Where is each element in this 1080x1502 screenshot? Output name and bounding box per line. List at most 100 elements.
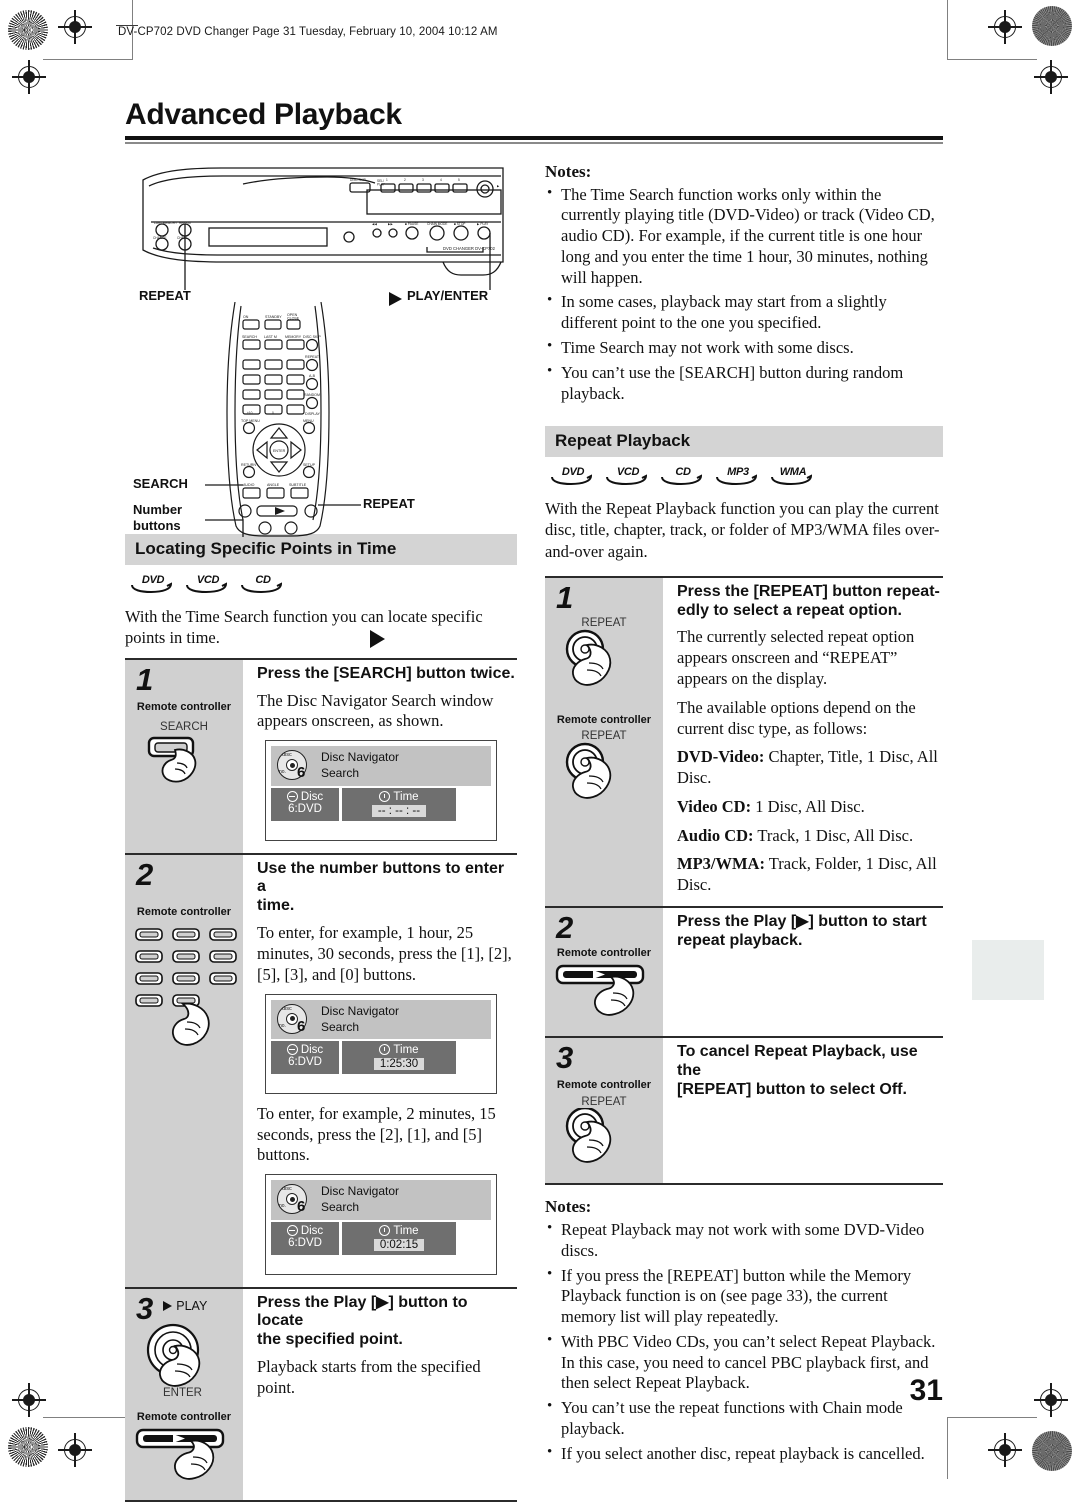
osd-time-field: Time 1:25:30 xyxy=(342,1040,456,1074)
disc-badge-vcd: VCD xyxy=(184,574,228,594)
osd-time-field: Time 0:02:15 xyxy=(342,1221,456,1255)
step-3-body: Playback starts from the specified point… xyxy=(257,1357,481,1397)
osd-header: disc no. 6 Disc Navigator Search xyxy=(271,1180,491,1220)
disc-badge-wma: WMA xyxy=(769,466,813,486)
callout-remote-repeat: REPEAT xyxy=(363,495,415,511)
section-intro-locating-points: With the Time Search function you can lo… xyxy=(125,606,483,647)
play-triangle-icon-remote xyxy=(370,629,385,648)
disc-small-icon xyxy=(286,1225,298,1237)
play-bar-button-press-icon xyxy=(555,964,645,1016)
disc-icon-top-label: disc xyxy=(282,1186,292,1193)
step-3-illustration-panel: 3 PLAY ENTER Remote controller xyxy=(125,1288,243,1500)
pointing-hand-icon xyxy=(171,1002,210,1046)
clock-icon xyxy=(379,791,391,803)
disc-number: 6 xyxy=(297,1198,306,1216)
repeat-option-video-cd: Video CD: 1 Disc, All Disc. xyxy=(677,797,943,818)
osd-search-window-3: disc no. 6 Disc Navigator Search Disc 6:… xyxy=(265,1174,497,1275)
step-1-button-caption: SEARCH xyxy=(160,720,208,733)
repeat-step-1-body-1: The currently selected repeat option app… xyxy=(677,627,915,688)
notes-top-heading: Notes: xyxy=(545,161,592,181)
disc-badge-cd: CD xyxy=(239,574,283,594)
repeat-step-1-heading-line1: Press the [REPEAT] button repeat- xyxy=(677,582,940,600)
repeat-option-value: Track, 1 Disc, All Disc. xyxy=(753,825,914,845)
section-heading-locating-points: Locating Specific Points in Time xyxy=(125,533,517,565)
disc-small-icon xyxy=(286,1044,298,1056)
osd-title-block: Disc Navigator Search xyxy=(321,1003,399,1035)
callout-front-repeat: REPEAT xyxy=(139,287,191,303)
number-key-4 xyxy=(135,949,163,963)
step-number: 3 xyxy=(556,1039,574,1075)
play-triangle-icon-step3 xyxy=(163,1300,173,1311)
osd-fields-row: Disc 6:DVD Time 0:02:15 xyxy=(271,1221,491,1255)
disc-icon-top-label: disc xyxy=(282,752,292,759)
number-key-7 xyxy=(135,971,163,985)
osd-subtitle: Search xyxy=(321,766,360,781)
osd-subtitle: Search xyxy=(321,1019,360,1034)
two-column-layout: DISC SKIP SEL/ PLAY 12 34 5 ▶ LAST MEMOR… xyxy=(125,162,943,1502)
repeat-step-3-remote-label: Remote controller xyxy=(556,1078,652,1091)
step-2-body-2: To enter, for example, 2 minutes, 15 sec… xyxy=(257,1103,496,1165)
clock-icon xyxy=(379,1044,391,1056)
number-pad-illustration xyxy=(135,927,243,1046)
step-3-play-caption: PLAY xyxy=(176,1298,208,1313)
registration-mark-top-left xyxy=(58,10,92,44)
step-row-3: 3 PLAY ENTER Remote controller Press the… xyxy=(125,1288,517,1502)
osd-fields-row: Disc 6:DVD Time 1:25:30 xyxy=(271,1040,491,1074)
osd-disc-label: Disc xyxy=(300,1043,324,1056)
page-title: Advanced Playback xyxy=(125,98,402,131)
disc-badge-label: DVD xyxy=(141,573,165,586)
repeat-step-2-remote-label: Remote controller xyxy=(556,946,652,959)
repeat-step-1-heading: Press the [REPEAT] button repeat- edly t… xyxy=(677,583,943,621)
step-2-illustration-panel: 2 Remote controller xyxy=(125,854,243,1287)
notes-top-list: The Time Search function works only with… xyxy=(545,184,943,405)
osd-title: Disc Navigator xyxy=(321,750,400,765)
disc-badge-dvd: DVD xyxy=(549,466,593,486)
repeat-step-2-illustration-panel: 2 Remote controller xyxy=(545,907,663,1036)
step-number: 2 xyxy=(556,909,574,945)
repeat-step-3-heading-line1: To cancel Repeat Playback, use the xyxy=(677,1042,918,1079)
registration-mark-top-left-lower xyxy=(12,60,46,94)
notes-bottom-list: Repeat Playback may not work with some D… xyxy=(545,1219,943,1465)
osd-search-window-1: disc no. 6 Disc Navigator Search Disc 6:… xyxy=(265,740,497,841)
repeat-button-press-icon-2 xyxy=(565,742,612,799)
disc-badge-label: VCD xyxy=(616,466,640,479)
osd-disc-value: 6:DVD xyxy=(288,1055,322,1068)
osd-subtitle: Search xyxy=(321,1200,360,1215)
disc-number: 6 xyxy=(297,764,306,782)
disc-navigator-disc-icon: disc no. 6 xyxy=(277,1184,307,1216)
step-number: 1 xyxy=(556,579,574,615)
osd-title-block: Disc Navigator Search xyxy=(321,1183,399,1215)
disc-icon-bottom-label: no. xyxy=(279,1203,286,1210)
disc-badge-label: CD xyxy=(675,466,691,479)
step-3-content: Press the Play [▶] button to locate the … xyxy=(243,1289,517,1500)
repeat-step-3-caption: REPEAT xyxy=(581,1095,627,1108)
repeat-step-1-body-2: The available options depend on the curr… xyxy=(677,697,916,738)
osd-search-window-2: disc no. 6 Disc Navigator Search Disc 6:… xyxy=(265,993,497,1094)
note-item: You can’t use the repeat functions with … xyxy=(545,1397,943,1440)
play-bar-button-press-icon xyxy=(135,1428,225,1480)
repeat-step-1-caption-top: REPEAT xyxy=(581,616,627,629)
disc-badge-dvd: DVD xyxy=(129,574,173,594)
right-column: Notes: The Time Search function works on… xyxy=(545,162,943,1502)
number-key-9 xyxy=(209,971,237,985)
osd-time-value: 0:02:15 xyxy=(373,1238,425,1251)
osd-time-field: Time -- : -- : -- xyxy=(342,787,456,821)
step-row-2: 2 Remote controller Use the number butto… xyxy=(125,854,517,1289)
callout-remote-search: SEARCH xyxy=(133,475,188,491)
repeat-option-type: DVD-Video: xyxy=(677,747,765,767)
registration-mark-bottom-right xyxy=(988,1433,1022,1467)
disc-badge-label: DVD xyxy=(561,466,585,479)
step-2-remote-label: Remote controller xyxy=(136,905,232,918)
step-2-heading-line1: Use the number buttons to enter a xyxy=(257,859,505,896)
repeat-option-mp3-wma: MP3/WMA: Track, Folder, 1 Disc, All Disc… xyxy=(677,854,943,896)
search-button-press-icon xyxy=(147,736,197,783)
number-key-8 xyxy=(172,971,200,985)
osd-fields-row: Disc 6:DVD Time -- : -- : -- xyxy=(271,787,491,821)
osd-disc-label: Disc xyxy=(300,790,324,803)
disc-navigator-disc-icon: disc no. 6 xyxy=(277,750,307,782)
osd-disc-field: Disc 6:DVD xyxy=(271,1040,339,1074)
disc-icon-top-label: disc xyxy=(282,1005,292,1012)
registration-mark-top-right xyxy=(988,10,1022,44)
step-number: 1 xyxy=(136,661,154,697)
side-thumb-tab xyxy=(972,940,1044,1000)
